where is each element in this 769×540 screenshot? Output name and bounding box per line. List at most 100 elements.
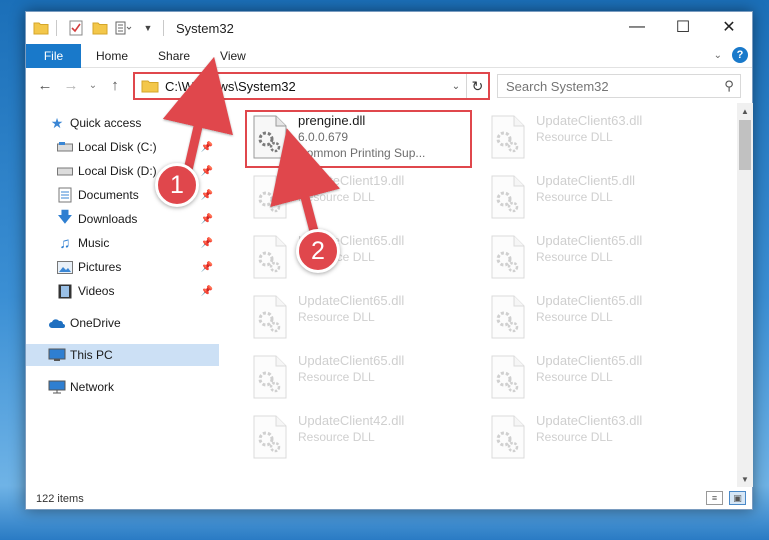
file-name: UpdateClient63.dll xyxy=(536,413,643,428)
nav-label: Downloads xyxy=(78,212,138,226)
recent-locations-button[interactable]: ⌄ xyxy=(84,71,102,99)
folder-icon[interactable] xyxy=(32,19,50,37)
view-switcher: ≡ ▣ xyxy=(706,491,746,505)
nav-videos[interactable]: Videos 📌 xyxy=(26,280,219,302)
tab-view[interactable]: View xyxy=(205,44,261,68)
pin-icon[interactable]: 📌 xyxy=(201,142,213,153)
pin-icon[interactable]: 📌 xyxy=(201,262,213,273)
file-item[interactable]: UpdateClient65.dll Resource DLL xyxy=(486,291,718,349)
dll-file-icon xyxy=(252,415,288,459)
nav-label: Music xyxy=(78,236,110,250)
window-controls: — ☐ ✕ xyxy=(614,12,752,42)
nav-this-pc[interactable]: This PC xyxy=(26,344,219,366)
tab-home[interactable]: Home xyxy=(81,44,143,68)
close-button[interactable]: ✕ xyxy=(706,12,752,42)
file-name: UpdateClient42.dll xyxy=(298,413,405,428)
file-item[interactable]: UpdateClient65.dll Resource DLL xyxy=(486,351,718,409)
nav-local-disk-c[interactable]: Local Disk (C:) 📌 xyxy=(26,136,219,158)
details-view-icon[interactable]: ≡ xyxy=(706,491,723,505)
file-description: Resource DLL xyxy=(298,190,375,204)
properties-icon[interactable] xyxy=(67,19,85,37)
file-item[interactable]: UpdateClient63.dll Resource DLL xyxy=(486,111,718,169)
file-description: Resource DLL xyxy=(536,430,613,444)
large-icons-view-icon[interactable]: ▣ xyxy=(729,491,746,505)
file-name: UpdateClient5.dll xyxy=(536,173,636,188)
nav-pictures[interactable]: Pictures 📌 xyxy=(26,256,219,278)
chevron-down-icon[interactable]: ⌄ xyxy=(446,81,466,92)
pin-icon[interactable]: 📌 xyxy=(201,214,213,225)
file-name: UpdateClient65.dll xyxy=(536,233,643,248)
nav-label: Local Disk (C:) xyxy=(78,140,157,154)
file-description: Resource DLL xyxy=(536,250,613,264)
file-name: UpdateClient65.dll xyxy=(536,353,643,368)
file-description: Resource DLL xyxy=(536,370,613,384)
scroll-thumb[interactable] xyxy=(739,120,751,170)
dll-file-icon xyxy=(252,235,288,279)
file-name: UpdateClient63.dll xyxy=(536,113,643,128)
network-icon xyxy=(48,379,66,395)
file-item[interactable]: UpdateClient42.dll Resource DLL xyxy=(248,411,480,469)
vertical-scrollbar[interactable]: ▲ ▼ xyxy=(737,103,753,487)
file-name: prengine.dll xyxy=(298,113,366,128)
file-item[interactable]: UpdateClient63.dll Resource DLL xyxy=(486,411,718,469)
file-item[interactable]: UpdateClient65.dll Resource DLL xyxy=(248,231,480,289)
maximize-button[interactable]: ☐ xyxy=(660,12,706,42)
nav-network[interactable]: Network xyxy=(26,376,219,398)
folder-icon xyxy=(141,80,159,93)
expand-ribbon-icon[interactable]: ⌄ xyxy=(714,50,722,61)
callout-badge-2: 2 xyxy=(296,229,340,273)
videos-icon xyxy=(56,283,74,299)
customize-icon[interactable] xyxy=(115,19,133,37)
file-item[interactable]: UpdateClient65.dll Resource DLL xyxy=(486,231,718,289)
nav-music[interactable]: ♫ Music 📌 xyxy=(26,232,219,254)
tab-share[interactable]: Share xyxy=(143,44,205,68)
scroll-up-arrow-icon[interactable]: ▲ xyxy=(737,103,753,119)
nav-label: Local Disk (D:) xyxy=(78,164,157,178)
refresh-icon[interactable]: ↻ xyxy=(466,74,488,98)
pin-icon[interactable]: 📌 xyxy=(201,286,213,297)
file-item[interactable]: UpdateClient65.dll Resource DLL xyxy=(248,351,480,409)
chevron-down-icon[interactable]: ▼ xyxy=(139,19,157,37)
scroll-down-arrow-icon[interactable]: ▼ xyxy=(737,471,753,487)
nav-downloads[interactable]: 🡇 Downloads 📌 xyxy=(26,208,219,230)
drive-icon xyxy=(56,139,74,155)
file-name: UpdateClient65.dll xyxy=(298,353,405,368)
search-box[interactable]: ⚲ xyxy=(497,74,741,98)
address-path[interactable]: C:\Windows\System32 xyxy=(165,79,446,94)
pin-icon[interactable]: 📌 xyxy=(201,190,213,201)
pin-icon[interactable]: 📌 xyxy=(201,166,213,177)
address-bar[interactable]: C:\Windows\System32 ⌄ ↻ xyxy=(133,72,490,100)
help-icon[interactable]: ? xyxy=(732,47,748,63)
forward-button[interactable]: → xyxy=(58,71,84,99)
nav-label: Quick access xyxy=(70,116,142,130)
title-bar: ▼ System32 — ☐ ✕ xyxy=(26,12,752,44)
nav-quick-access[interactable]: ★ Quick access xyxy=(26,112,219,134)
new-folder-icon[interactable] xyxy=(91,19,109,37)
file-item[interactable]: UpdateClient19.dll Resource DLL xyxy=(248,171,480,229)
dll-file-icon xyxy=(490,115,526,159)
star-icon: ★ xyxy=(50,114,64,131)
downloads-icon: 🡇 xyxy=(57,208,73,226)
search-icon[interactable]: ⚲ xyxy=(718,78,740,94)
nav-onedrive[interactable]: OneDrive xyxy=(26,312,219,334)
dll-file-icon xyxy=(490,295,526,339)
nav-label: Videos xyxy=(78,284,115,298)
file-item[interactable]: UpdateClient65.dll Resource DLL xyxy=(248,291,480,349)
music-icon: ♫ xyxy=(59,234,71,252)
search-input[interactable] xyxy=(506,78,718,94)
file-name: UpdateClient65.dll xyxy=(298,293,405,308)
back-button[interactable]: ← xyxy=(32,71,58,99)
pin-icon[interactable]: 📌 xyxy=(201,238,213,249)
up-button[interactable]: ↑ xyxy=(102,71,128,99)
dll-file-icon xyxy=(252,175,288,219)
tab-file[interactable]: File xyxy=(26,43,81,68)
file-item[interactable]: UpdateClient5.dll Resource DLL xyxy=(486,171,718,229)
file-item[interactable]: prengine.dll 6.0.0.679 Common Printing S… xyxy=(248,111,480,169)
minimize-button[interactable]: — xyxy=(614,12,660,42)
file-description: Resource DLL xyxy=(536,310,613,324)
file-list: prengine.dll 6.0.0.679 Common Printing S… xyxy=(222,103,736,487)
nav-label: Pictures xyxy=(78,260,122,274)
file-description: Resource DLL xyxy=(298,370,375,384)
ribbon-tabs: File Home Share View ⌄ ? xyxy=(26,43,752,68)
computer-icon xyxy=(48,347,66,363)
